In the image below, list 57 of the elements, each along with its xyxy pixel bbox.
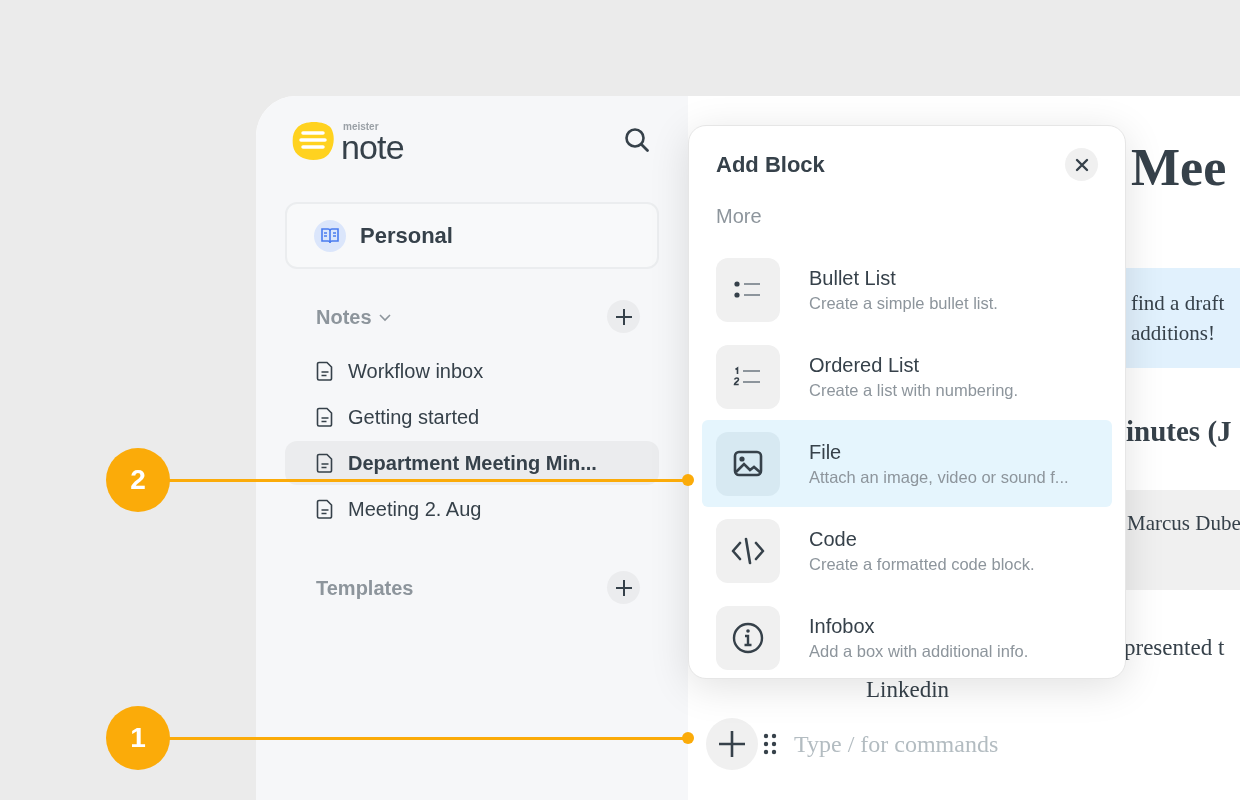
logo-text: note <box>341 132 404 162</box>
image-icon <box>716 431 780 496</box>
paragraph-text: Linkedin <box>866 678 950 701</box>
drag-handle-icon[interactable] <box>763 733 777 755</box>
option-title: Bullet List <box>809 265 897 291</box>
section-label: More <box>715 204 763 229</box>
option-title: Code <box>809 526 858 552</box>
popup-title: Add Block <box>716 151 825 179</box>
add-block-button[interactable] <box>706 718 758 770</box>
document-icon <box>316 453 334 473</box>
note-item[interactable]: Meeting 2. Aug <box>285 487 659 531</box>
book-icon <box>314 219 346 252</box>
section-title: Notes <box>316 304 372 330</box>
document-icon <box>316 499 334 519</box>
table-cell: Marcus Dube <box>1125 490 1240 590</box>
callout-badge: 2 <box>106 448 170 512</box>
paragraph-text: presented t <box>1124 634 1225 662</box>
note-item[interactable]: Workflow inbox <box>285 349 659 393</box>
option-description: Create a formatted code block. <box>809 553 1035 575</box>
option-title: Ordered List <box>809 352 921 378</box>
callout-badge: 1 <box>106 706 170 770</box>
section-title: Templates <box>316 575 414 601</box>
add-button[interactable] <box>607 300 640 333</box>
close-icon <box>1074 157 1089 172</box>
numbered-list-icon <box>716 344 780 409</box>
chevron-down-icon[interactable] <box>377 311 392 322</box>
option-description: Add a box with additional info. <box>809 640 1029 662</box>
option-title: File <box>809 439 843 465</box>
section-heading: inutes (J <box>1126 414 1232 449</box>
code-icon <box>716 518 780 583</box>
block-option[interactable]: Code Create a formatted code block. <box>702 507 1112 594</box>
close-button[interactable] <box>1065 148 1098 181</box>
option-description: Create a list with numbering. <box>809 379 1019 401</box>
document-icon <box>316 407 334 427</box>
plus-icon <box>614 307 633 326</box>
option-description: Attach an image, video or sound f... <box>809 466 1069 488</box>
command-input-field[interactable]: Type / for commands <box>794 726 1094 762</box>
infobox-text: find a draft <box>1131 289 1226 316</box>
page-title: Mee <box>1131 142 1227 194</box>
block-option[interactable]: Ordered List Create a list with numbering. <box>702 333 1112 420</box>
option-description: Create a simple bullet list. <box>809 292 998 314</box>
block-option[interactable]: Infobox Add a box with additional info. <box>702 594 1112 681</box>
bullet-list-icon <box>716 257 780 322</box>
logo-small-text: meister <box>343 122 380 132</box>
infobox-text: additions! <box>1131 320 1216 347</box>
plus-icon <box>614 578 633 597</box>
plus-icon <box>718 730 746 758</box>
option-title: Infobox <box>809 613 876 639</box>
block-option[interactable]: Bullet List Create a simple bullet list. <box>702 246 1112 333</box>
info-icon <box>716 605 780 670</box>
add-button[interactable] <box>607 571 640 604</box>
note-item[interactable]: Getting started <box>285 395 659 439</box>
note-item[interactable]: Department Meeting Min... <box>285 441 659 485</box>
block-option[interactable]: File Attach an image, video or sound f... <box>702 420 1112 507</box>
workspace-card[interactable]: Personal <box>285 202 659 269</box>
search-icon <box>623 126 651 154</box>
document-icon <box>316 361 334 381</box>
